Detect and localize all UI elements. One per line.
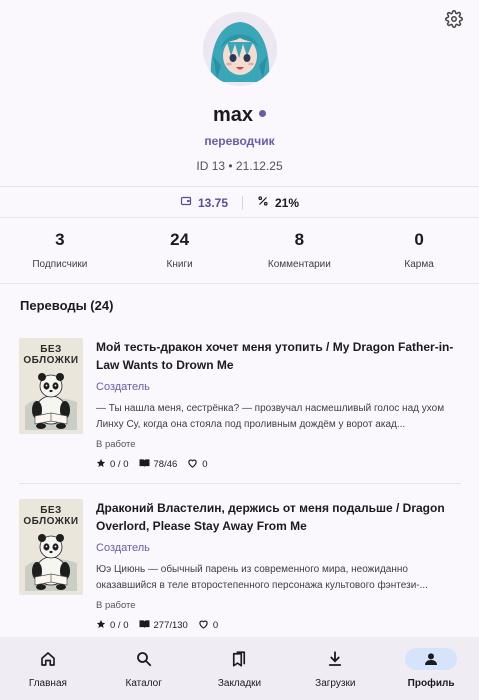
book-chapters: 277/130: [139, 619, 188, 632]
star-icon: [96, 619, 106, 632]
home-icon: [22, 648, 74, 670]
counter-label: Комментарии: [267, 259, 331, 270]
settings-gear-icon[interactable]: [445, 10, 463, 28]
percent-value: 21%: [275, 195, 300, 210]
profile-id-date: ID 13 • 21.12.25: [196, 159, 283, 173]
stat-separator: [242, 195, 243, 210]
book-status: В работе: [96, 600, 136, 611]
nav-profile[interactable]: Профиль: [383, 637, 479, 700]
online-status-dot: [259, 110, 267, 118]
nav-downloads[interactable]: Загрузки: [287, 637, 383, 700]
book-cover[interactable]: БЕЗ ОБЛОЖКИ: [19, 499, 83, 595]
wallet-icon: [180, 195, 192, 210]
nav-bookmarks[interactable]: Закладки: [192, 637, 288, 700]
translations-section-title: Переводы (24): [20, 298, 114, 313]
divider: [0, 217, 479, 218]
rating-value: 0 / 0: [110, 459, 129, 470]
balance-value: 13.75: [197, 195, 228, 210]
nav-home[interactable]: Главная: [0, 637, 96, 700]
book-card-body: Мой тесть-дракон хочет меня утопить / My…: [96, 338, 461, 471]
nav-label: Каталог: [125, 678, 162, 689]
search-icon: [118, 648, 170, 670]
percent-icon: [257, 195, 269, 210]
counter-label: Подписчики: [32, 259, 88, 270]
counter-subscribers[interactable]: 3 Подписчики: [0, 230, 120, 270]
divider: [19, 483, 461, 484]
profile-name-row: max: [0, 104, 479, 127]
nav-label: Профиль: [407, 678, 455, 689]
counter-comments[interactable]: 8 Комментарии: [240, 230, 360, 270]
book-description: — Ты нашла меня, сестрёнка? — прозвучал …: [96, 403, 445, 430]
counter-value: 0: [414, 230, 424, 249]
book-meta: 0 / 0 277/130 0: [96, 619, 461, 632]
nav-label: Главная: [28, 678, 67, 689]
book-cover[interactable]: БЕЗ ОБЛОЖКИ: [19, 338, 83, 434]
percent-stat[interactable]: 21%: [257, 195, 299, 210]
bottom-navigation: Главная Каталог Закладки Загрузки Профил…: [0, 637, 479, 700]
bookmarks-icon: [213, 648, 265, 670]
star-icon: [96, 458, 106, 471]
likes-value: 0: [202, 459, 208, 470]
counter-value: 3: [55, 230, 65, 249]
counter-value: 24: [170, 230, 190, 249]
likes-value: 0: [212, 620, 219, 631]
book-likes: 0: [198, 619, 218, 632]
chapters-value: 78/46: [153, 459, 178, 470]
book-card[interactable]: БЕЗ ОБЛОЖКИ Драконий Властелин, держись …: [19, 499, 461, 632]
book-status: В работе: [96, 439, 136, 450]
divider: [0, 186, 479, 187]
book-title[interactable]: Драконий Властелин, держись от меня пода…: [96, 499, 461, 535]
nav-catalog[interactable]: Каталог: [96, 637, 192, 700]
cover-text-line: ОБЛОЖКИ: [23, 516, 79, 527]
profile-stats: 13.75 21%: [0, 195, 479, 210]
rating-value: 0 / 0: [110, 620, 129, 631]
counter-label: Карма: [404, 259, 434, 270]
chapters-value: 277/130: [153, 620, 188, 631]
book-likes: 0: [187, 458, 208, 471]
nav-label: Загрузки: [315, 678, 356, 689]
counter-karma[interactable]: 0 Карма: [359, 230, 479, 270]
avatar[interactable]: [203, 12, 277, 86]
cover-placeholder-text: БЕЗ ОБЛОЖКИ: [19, 505, 83, 527]
book-meta: 0 / 0 78/46 0: [96, 458, 461, 471]
profile-name: max: [212, 104, 254, 126]
panda-illustration-icon: [25, 373, 77, 430]
counter-value: 8: [294, 230, 305, 249]
cover-text-line: БЕЗ: [40, 505, 62, 516]
book-creator-role: Создатель: [96, 381, 150, 393]
book-title[interactable]: Мой тесть-дракон хочет меня утопить / My…: [96, 338, 461, 374]
profile-role: переводчик: [204, 134, 275, 148]
book-card[interactable]: БЕЗ ОБЛОЖКИ Мой тесть-дракон хочет меня …: [19, 338, 461, 471]
divider: [0, 283, 479, 284]
counter-books[interactable]: 24 Книги: [120, 230, 240, 270]
book-card-body: Драконий Властелин, держись от меня пода…: [96, 499, 461, 632]
panda-illustration-icon: [25, 534, 77, 591]
book-creator-role: Создатель: [96, 542, 150, 554]
counter-label: Книги: [166, 259, 193, 270]
book-chapters: 78/46: [139, 458, 178, 471]
book-rating: 0 / 0: [96, 458, 129, 471]
profile-counters: 3 Подписчики 24 Книги 8 Комментарии 0 Ка…: [0, 230, 479, 270]
book-open-icon: [139, 619, 150, 632]
nav-label: Закладки: [217, 678, 262, 689]
heart-icon: [198, 619, 209, 632]
heart-icon: [187, 458, 198, 471]
cover-text-line: ОБЛОЖКИ: [23, 355, 79, 366]
book-description: Юэ Циюнь — обычный парень из современног…: [96, 564, 428, 591]
book-open-icon: [139, 458, 150, 471]
download-icon: [309, 648, 361, 670]
person-icon: [405, 648, 458, 670]
cover-placeholder-text: БЕЗ ОБЛОЖКИ: [19, 344, 83, 366]
book-rating: 0 / 0: [96, 619, 129, 632]
balance-stat[interactable]: 13.75: [180, 195, 228, 210]
cover-text-line: БЕЗ: [40, 344, 62, 355]
